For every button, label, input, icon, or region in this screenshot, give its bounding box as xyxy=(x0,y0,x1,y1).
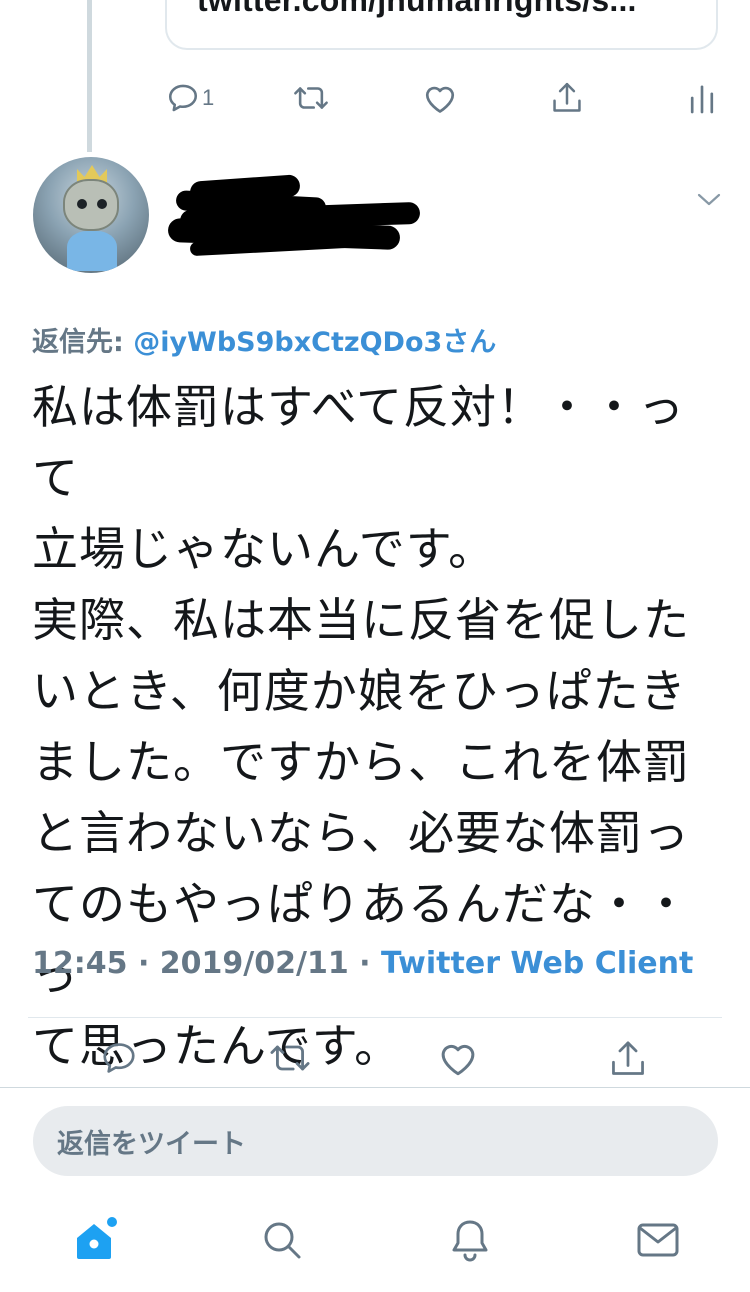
retweet-icon xyxy=(268,1038,312,1078)
divider xyxy=(28,1017,722,1018)
link-preview-card[interactable]: twitter.com/jhumanrights/s... xyxy=(165,0,718,50)
analytics-icon xyxy=(688,81,716,115)
meta-separator: · xyxy=(348,946,381,981)
tweet-date: 2019/02/11 xyxy=(159,946,349,981)
tab-home[interactable] xyxy=(64,1210,124,1270)
tweet-meta: 12:45 · 2019/02/11 · Twitter Web Client xyxy=(32,946,693,981)
like-button[interactable] xyxy=(422,78,458,118)
avatar-figure-head xyxy=(63,179,119,231)
tab-notifications[interactable] xyxy=(440,1210,500,1270)
like-button[interactable] xyxy=(437,1038,479,1078)
avatar[interactable] xyxy=(33,157,149,273)
share-button[interactable] xyxy=(550,78,584,118)
messages-icon xyxy=(635,1220,681,1260)
avatar-figure-eye xyxy=(77,199,87,209)
reply-to-label: 返信先: xyxy=(32,327,134,358)
search-icon xyxy=(260,1218,304,1262)
reply-to-line: 返信先: @iyWbS9bxCtzQDo3さん xyxy=(32,320,496,359)
reply-bar-border xyxy=(0,1087,750,1088)
tweet-client-link[interactable]: Twitter Web Client xyxy=(381,946,693,981)
reply-icon xyxy=(166,81,200,115)
notifications-icon xyxy=(448,1217,492,1263)
home-icon xyxy=(70,1216,118,1264)
like-icon xyxy=(437,1038,479,1078)
retweet-button[interactable] xyxy=(268,1038,312,1078)
tab-search[interactable] xyxy=(252,1210,312,1270)
link-card-url: twitter.com/jhumanrights/s... xyxy=(197,0,637,18)
avatar-figure-eye xyxy=(97,199,107,209)
analytics-button[interactable] xyxy=(688,78,716,118)
meta-separator: · xyxy=(127,946,160,981)
retweet-icon xyxy=(292,81,330,115)
avatar-figure-body xyxy=(67,231,117,271)
tweet-time: 12:45 xyxy=(32,946,128,981)
tweet-options-button[interactable] xyxy=(696,190,722,208)
previous-tweet-actions: 1 xyxy=(160,78,730,120)
reply-input-placeholder: 返信をツイート xyxy=(57,1128,246,1160)
reply-button[interactable]: 1 xyxy=(166,78,214,118)
share-icon xyxy=(608,1038,648,1080)
share-button[interactable] xyxy=(608,1038,648,1080)
reply-count: 1 xyxy=(202,85,215,110)
tweet-actions xyxy=(0,1038,750,1086)
reply-tweet-input[interactable]: 返信をツイート xyxy=(33,1106,718,1176)
tab-messages[interactable] xyxy=(628,1210,688,1270)
reply-button[interactable] xyxy=(100,1038,138,1078)
like-icon xyxy=(422,81,458,115)
thread-connector-line xyxy=(87,0,92,152)
share-icon xyxy=(550,80,584,116)
reply-icon xyxy=(100,1038,138,1078)
retweet-button[interactable] xyxy=(292,78,330,118)
bottom-tab-bar xyxy=(0,1205,750,1275)
chevron-down-icon xyxy=(696,190,722,208)
reply-to-handle-link[interactable]: @iyWbS9bxCtzQDo3さん xyxy=(133,327,496,358)
